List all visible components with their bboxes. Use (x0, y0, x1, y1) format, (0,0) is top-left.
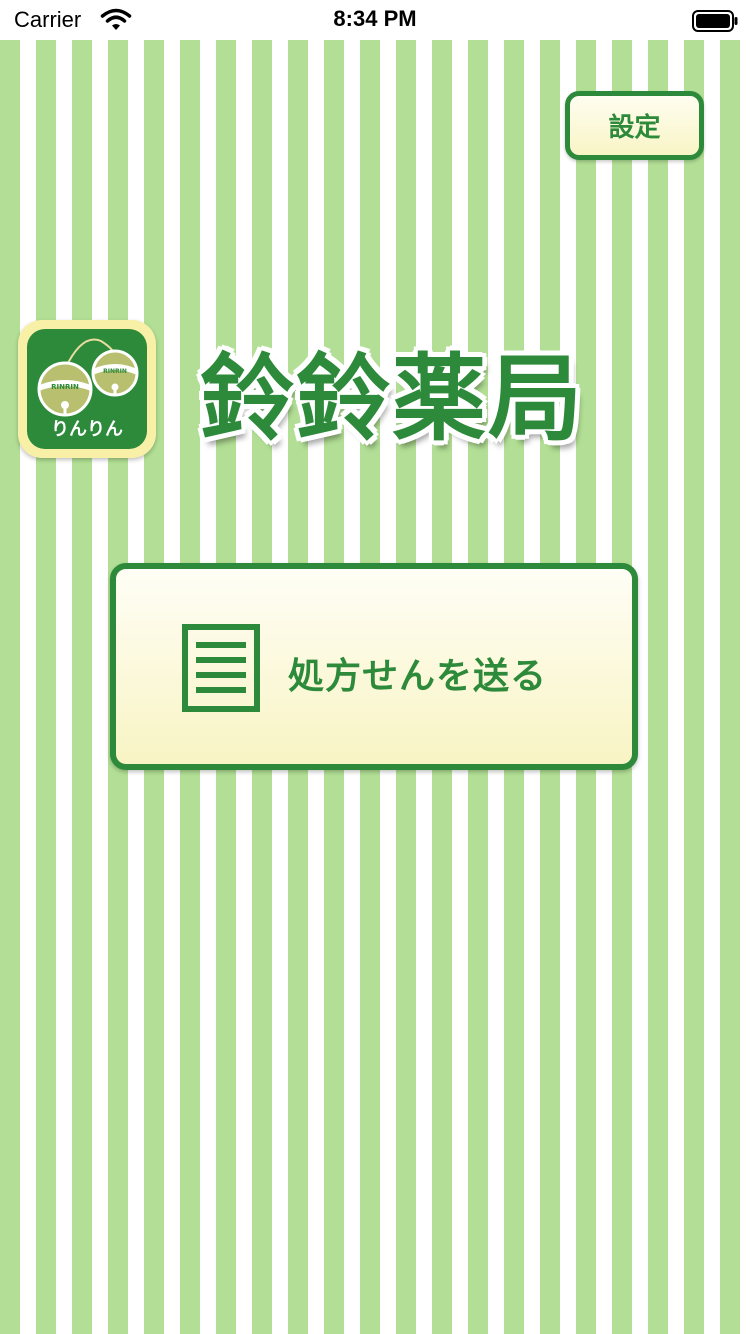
send-prescription-button[interactable]: 処方せんを送る (110, 563, 638, 770)
app-logo-inner: RINRIN RINRIN りんりん (27, 329, 147, 449)
pharmacy-title: 鈴鈴薬局 (200, 345, 585, 454)
bells-icon: RINRIN RINRIN (37, 338, 139, 417)
document-icon (182, 624, 260, 712)
right-bell-text: RINRIN (103, 368, 127, 375)
left-bell-text: RINRIN (51, 383, 79, 391)
status-bar: Carrier 8:34 PM (0, 0, 750, 40)
settings-button[interactable]: 設定 (565, 91, 704, 160)
clock: 8:34 PM (333, 6, 417, 31)
app-logo: RINRIN RINRIN りんりん (18, 320, 156, 458)
send-prescription-label: 処方せんを送る (288, 656, 548, 697)
logo-label: りんりん (51, 419, 123, 440)
settings-button-label: 設定 (608, 113, 661, 143)
battery-icon (692, 10, 738, 32)
